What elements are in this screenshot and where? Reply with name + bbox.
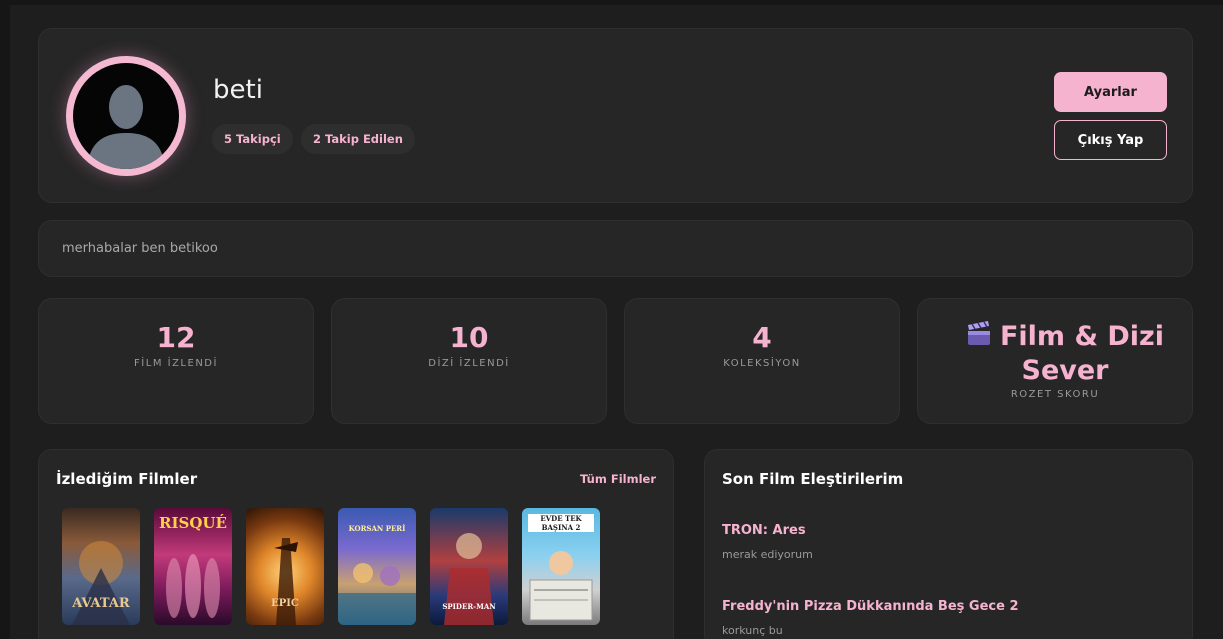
poster-logo: EVDE TEK BAŞINA 2 bbox=[528, 514, 594, 532]
movie-poster-home-alone-2[interactable]: EVDE TEK BAŞINA 2 bbox=[522, 508, 600, 625]
stat-films-watched: 12 FİLM İZLENDİ bbox=[38, 298, 314, 424]
stat-value: 12 bbox=[156, 321, 196, 354]
profile-header: beti 5 Takipçi 2 Takip Edilen Ayarlar Çı… bbox=[38, 28, 1193, 203]
profile-page: beti 5 Takipçi 2 Takip Edilen Ayarlar Çı… bbox=[10, 5, 1223, 639]
following-count[interactable]: 2 Takip Edilen bbox=[301, 124, 415, 154]
poster-logo: AVATAR bbox=[72, 596, 130, 611]
username: beti bbox=[213, 75, 263, 105]
stat-value: 10 bbox=[449, 321, 489, 354]
all-movies-link[interactable]: Tüm Filmler bbox=[580, 472, 656, 486]
stat-collections: 4 KOLEKSİYON bbox=[624, 298, 900, 424]
review-text: merak ediyorum bbox=[722, 548, 813, 561]
poster-logo: EPIC bbox=[271, 598, 299, 609]
poster-logo: RISQUÉ bbox=[159, 514, 227, 532]
movie-poster-avatar[interactable]: AVATAR bbox=[62, 508, 140, 625]
section-title: İzlediğim Filmler bbox=[56, 470, 198, 488]
badge-title: Film & Dizi Sever bbox=[948, 321, 1182, 386]
section-title: Son Film Eleştirilerim bbox=[722, 470, 904, 488]
clapperboard-icon bbox=[966, 321, 992, 355]
user-silhouette-icon bbox=[73, 63, 179, 169]
badge-label: ROZET SKORU bbox=[1010, 389, 1100, 400]
stat-label: KOLEKSİYON bbox=[723, 358, 801, 369]
movie-poster-spiderman[interactable]: SPIDER-MAN bbox=[430, 508, 508, 625]
movie-poster-tinkerbell[interactable]: KORSAN PERİ bbox=[338, 508, 416, 625]
movie-poster-epic[interactable]: EPIC bbox=[246, 508, 324, 625]
stat-label: FİLM İZLENDİ bbox=[134, 358, 218, 369]
movie-poster-risque[interactable]: RISQUÉ bbox=[154, 508, 232, 625]
review-movie-title[interactable]: Freddy'nin Pizza Dükkanında Beş Gece 2 bbox=[722, 599, 1019, 614]
poster-logo: SPIDER-MAN bbox=[442, 602, 496, 611]
followers-count[interactable]: 5 Takipçi bbox=[212, 124, 293, 154]
settings-button[interactable]: Ayarlar bbox=[1054, 72, 1167, 112]
watched-movies-section: İzlediğim Filmler Tüm Filmler AVATAR RIS… bbox=[38, 449, 674, 639]
logout-button[interactable]: Çıkış Yap bbox=[1054, 120, 1167, 160]
avatar bbox=[66, 56, 186, 176]
badge-score: Film & Dizi Sever ROZET SKORU bbox=[917, 298, 1193, 424]
poster-logo: KORSAN PERİ bbox=[348, 524, 406, 533]
review-text: korkunç bu bbox=[722, 624, 783, 637]
stat-value: 4 bbox=[752, 321, 772, 354]
bio-card: merhabalar ben betikoo bbox=[38, 220, 1193, 277]
bio-text: merhabalar ben betikoo bbox=[62, 241, 218, 256]
recent-reviews-section: Son Film Eleştirilerim TRON: Ares merak … bbox=[704, 449, 1193, 639]
stat-label: DİZİ İZLENDİ bbox=[428, 358, 510, 369]
review-movie-title[interactable]: TRON: Ares bbox=[722, 523, 806, 538]
badge-title-text: Film & Dizi Sever bbox=[999, 321, 1165, 386]
stat-series-watched: 10 DİZİ İZLENDİ bbox=[331, 298, 607, 424]
